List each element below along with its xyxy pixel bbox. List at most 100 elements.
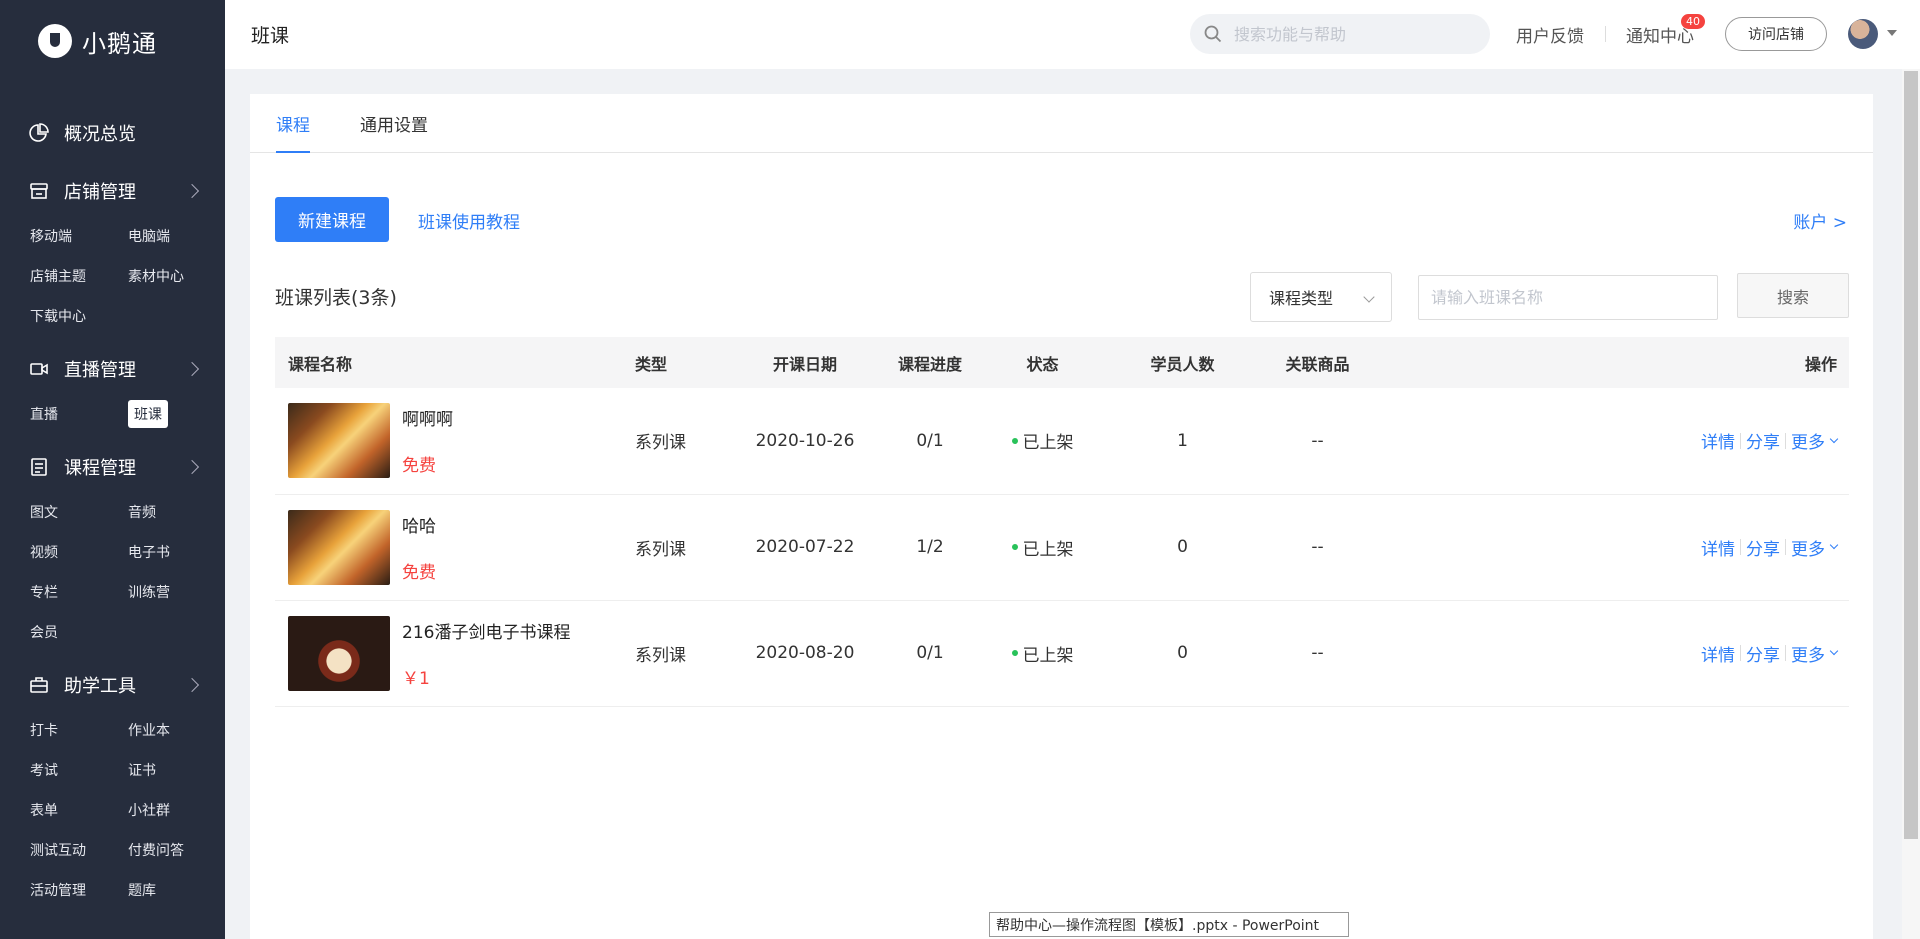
more-link[interactable]: 更多 bbox=[1791, 535, 1825, 560]
share-link[interactable]: 分享 bbox=[1746, 535, 1780, 560]
cell-name: 啊啊啊 免费 bbox=[275, 388, 635, 495]
page-scrollbar[interactable] bbox=[1902, 69, 1920, 939]
sidebar-group-header[interactable]: 店铺管理 bbox=[0, 166, 225, 216]
col-header-type: 类型 bbox=[635, 337, 735, 388]
chevron-down-icon[interactable] bbox=[1829, 646, 1839, 656]
detail-link[interactable]: 详情 bbox=[1701, 428, 1735, 453]
course-price: ￥1 bbox=[402, 668, 430, 689]
search-button[interactable]: 搜索 bbox=[1737, 273, 1849, 318]
status-dot-icon bbox=[1011, 650, 1018, 656]
status-dot-icon bbox=[1011, 437, 1018, 444]
col-header-name: 课程名称 bbox=[275, 337, 635, 388]
feedback-link[interactable]: 用户反馈 bbox=[1516, 22, 1584, 47]
table-row: 啊啊啊 免费 系列课 2020-10-26 0/1 已上架 1 -- 详情 分享 更多 bbox=[275, 388, 1849, 495]
more-link[interactable]: 更多 bbox=[1791, 641, 1825, 666]
sidebar-item[interactable]: 活动管理 bbox=[30, 870, 128, 910]
sidebar-item[interactable]: 电子书 bbox=[128, 532, 225, 572]
share-link[interactable]: 分享 bbox=[1746, 428, 1780, 453]
sidebar-item-label: 图文 bbox=[30, 505, 58, 521]
sidebar-group-header[interactable]: 课程管理 bbox=[0, 442, 225, 492]
share-link[interactable]: 分享 bbox=[1746, 641, 1780, 666]
sidebar-item[interactable]: 会员 bbox=[30, 612, 128, 652]
cell-progress: 0/1 bbox=[875, 388, 985, 495]
sidebar-item-label: 店铺主题 bbox=[30, 269, 86, 285]
tab-course[interactable]: 课程 bbox=[276, 94, 310, 153]
chevron-down-icon[interactable] bbox=[1829, 434, 1839, 443]
sidebar-item[interactable]: 视频 bbox=[30, 532, 128, 572]
course-thumbnail[interactable] bbox=[288, 615, 390, 691]
sidebar-item-label: 移动端 bbox=[30, 229, 72, 245]
course-thumbnail[interactable] bbox=[288, 509, 390, 585]
detail-link[interactable]: 详情 bbox=[1701, 535, 1735, 560]
sidebar-item[interactable]: 班课 bbox=[128, 394, 225, 434]
pie-chart-icon bbox=[28, 122, 50, 144]
chevron-right-icon bbox=[184, 361, 200, 377]
global-search-input[interactable] bbox=[1234, 24, 1464, 44]
sidebar-item[interactable]: 题库 bbox=[128, 870, 225, 910]
course-type-select[interactable]: 课程类型 bbox=[1250, 272, 1392, 322]
sidebar-item[interactable]: 打卡 bbox=[30, 710, 128, 750]
more-link[interactable]: 更多 bbox=[1791, 428, 1825, 453]
sidebar-item[interactable]: 音频 bbox=[128, 492, 225, 532]
sidebar-item-label: 表单 bbox=[30, 803, 58, 819]
tutorial-link[interactable]: 班课使用教程 bbox=[418, 208, 520, 233]
global-search[interactable] bbox=[1190, 14, 1490, 54]
sidebar-item[interactable]: 移动端 bbox=[30, 216, 128, 256]
sidebar-item[interactable]: 下载中心 bbox=[30, 296, 128, 336]
sidebar-item-label: 小社群 bbox=[128, 803, 170, 819]
sidebar-group-header[interactable]: 概况总览 bbox=[0, 108, 225, 158]
caret-down-icon[interactable] bbox=[1887, 30, 1897, 36]
course-name[interactable]: 啊啊啊 bbox=[402, 405, 453, 430]
sidebar-item[interactable]: 作业本 bbox=[128, 710, 225, 750]
course-name[interactable]: 216潘子剑电子书课程 bbox=[402, 618, 570, 643]
sidebar-item[interactable]: 小社群 bbox=[128, 790, 225, 830]
sidebar-item[interactable]: 专栏 bbox=[30, 572, 128, 612]
visit-store-button[interactable]: 访问店铺 bbox=[1725, 17, 1827, 51]
sidebar-item[interactable]: 考试 bbox=[30, 750, 128, 790]
sidebar-item[interactable]: 电脑端 bbox=[128, 216, 225, 256]
sidebar-item[interactable]: 素材中心 bbox=[128, 256, 225, 296]
chevron-right-icon bbox=[184, 459, 200, 475]
cell-product: -- bbox=[1265, 600, 1370, 707]
course-name-input[interactable] bbox=[1418, 275, 1718, 320]
sidebar-item[interactable]: 证书 bbox=[128, 750, 225, 790]
top-header: 班课 用户反馈 通知中心 40 访问店铺 bbox=[225, 0, 1920, 69]
sidebar-group: 助学工具 打卡 作业本考试 证书表单 小社群 测试互动 付费问答 活动管理 题库 bbox=[0, 660, 225, 910]
scrollbar-thumb[interactable] bbox=[1904, 71, 1918, 839]
sidebar-item[interactable]: 直播 bbox=[30, 394, 128, 434]
logo[interactable]: 小鹅通 bbox=[0, 0, 225, 82]
new-course-button[interactable]: 新建课程 bbox=[275, 197, 389, 242]
search-icon bbox=[1204, 25, 1222, 43]
sidebar-item[interactable]: 训练营 bbox=[128, 572, 225, 612]
header-divider bbox=[1605, 26, 1606, 42]
page-title: 班课 bbox=[251, 25, 290, 47]
sidebar-submenu: 打卡 作业本考试 证书表单 小社群 测试互动 付费问答 活动管理 题库 bbox=[0, 710, 225, 910]
course-thumbnail[interactable] bbox=[288, 403, 390, 479]
cell-status: 已上架 bbox=[985, 494, 1100, 601]
sidebar-group: 课程管理图文 音频 视频 电子书 专栏 训练营 会员 bbox=[0, 442, 225, 652]
sidebar-group-header[interactable]: 助学工具 bbox=[0, 660, 225, 710]
account-link[interactable]: 账户 > bbox=[1793, 208, 1847, 233]
sidebar-item-label: 音频 bbox=[128, 505, 156, 521]
chevron-down-icon[interactable] bbox=[1829, 540, 1839, 550]
sidebar-item-label: 考试 bbox=[30, 763, 58, 779]
course-table: 课程名称 类型 开课日期 课程进度 状态 学员人数 关联商品 操作 啊啊啊 免费系… bbox=[275, 337, 1849, 707]
cell-students: 1 bbox=[1100, 388, 1265, 495]
sidebar-submenu: 图文 音频 视频 电子书 专栏 训练营 会员 bbox=[0, 492, 225, 652]
detail-link[interactable]: 详情 bbox=[1701, 641, 1735, 666]
sidebar-group-header[interactable]: 直播管理 bbox=[0, 344, 225, 394]
tab-general-settings[interactable]: 通用设置 bbox=[360, 94, 428, 152]
course-name[interactable]: 哈哈 bbox=[402, 512, 436, 537]
sidebar-item[interactable]: 店铺主题 bbox=[30, 256, 128, 296]
sidebar-item[interactable]: 图文 bbox=[30, 492, 128, 532]
taskbar-tooltip: 帮助中心—操作流程图【模板】.pptx - PowerPoint bbox=[989, 912, 1349, 937]
sidebar-group-label: 店铺管理 bbox=[64, 182, 136, 203]
sidebar-item[interactable]: 表单 bbox=[30, 790, 128, 830]
sidebar-item[interactable]: 付费问答 bbox=[128, 830, 225, 870]
sidebar-item-label: 题库 bbox=[128, 883, 156, 899]
sidebar-item[interactable]: 测试互动 bbox=[30, 830, 128, 870]
table-header-row: 课程名称 类型 开课日期 课程进度 状态 学员人数 关联商品 操作 bbox=[275, 337, 1849, 388]
cell-type: 系列课 bbox=[635, 494, 735, 601]
avatar[interactable] bbox=[1848, 19, 1878, 49]
cell-type: 系列课 bbox=[635, 600, 735, 707]
